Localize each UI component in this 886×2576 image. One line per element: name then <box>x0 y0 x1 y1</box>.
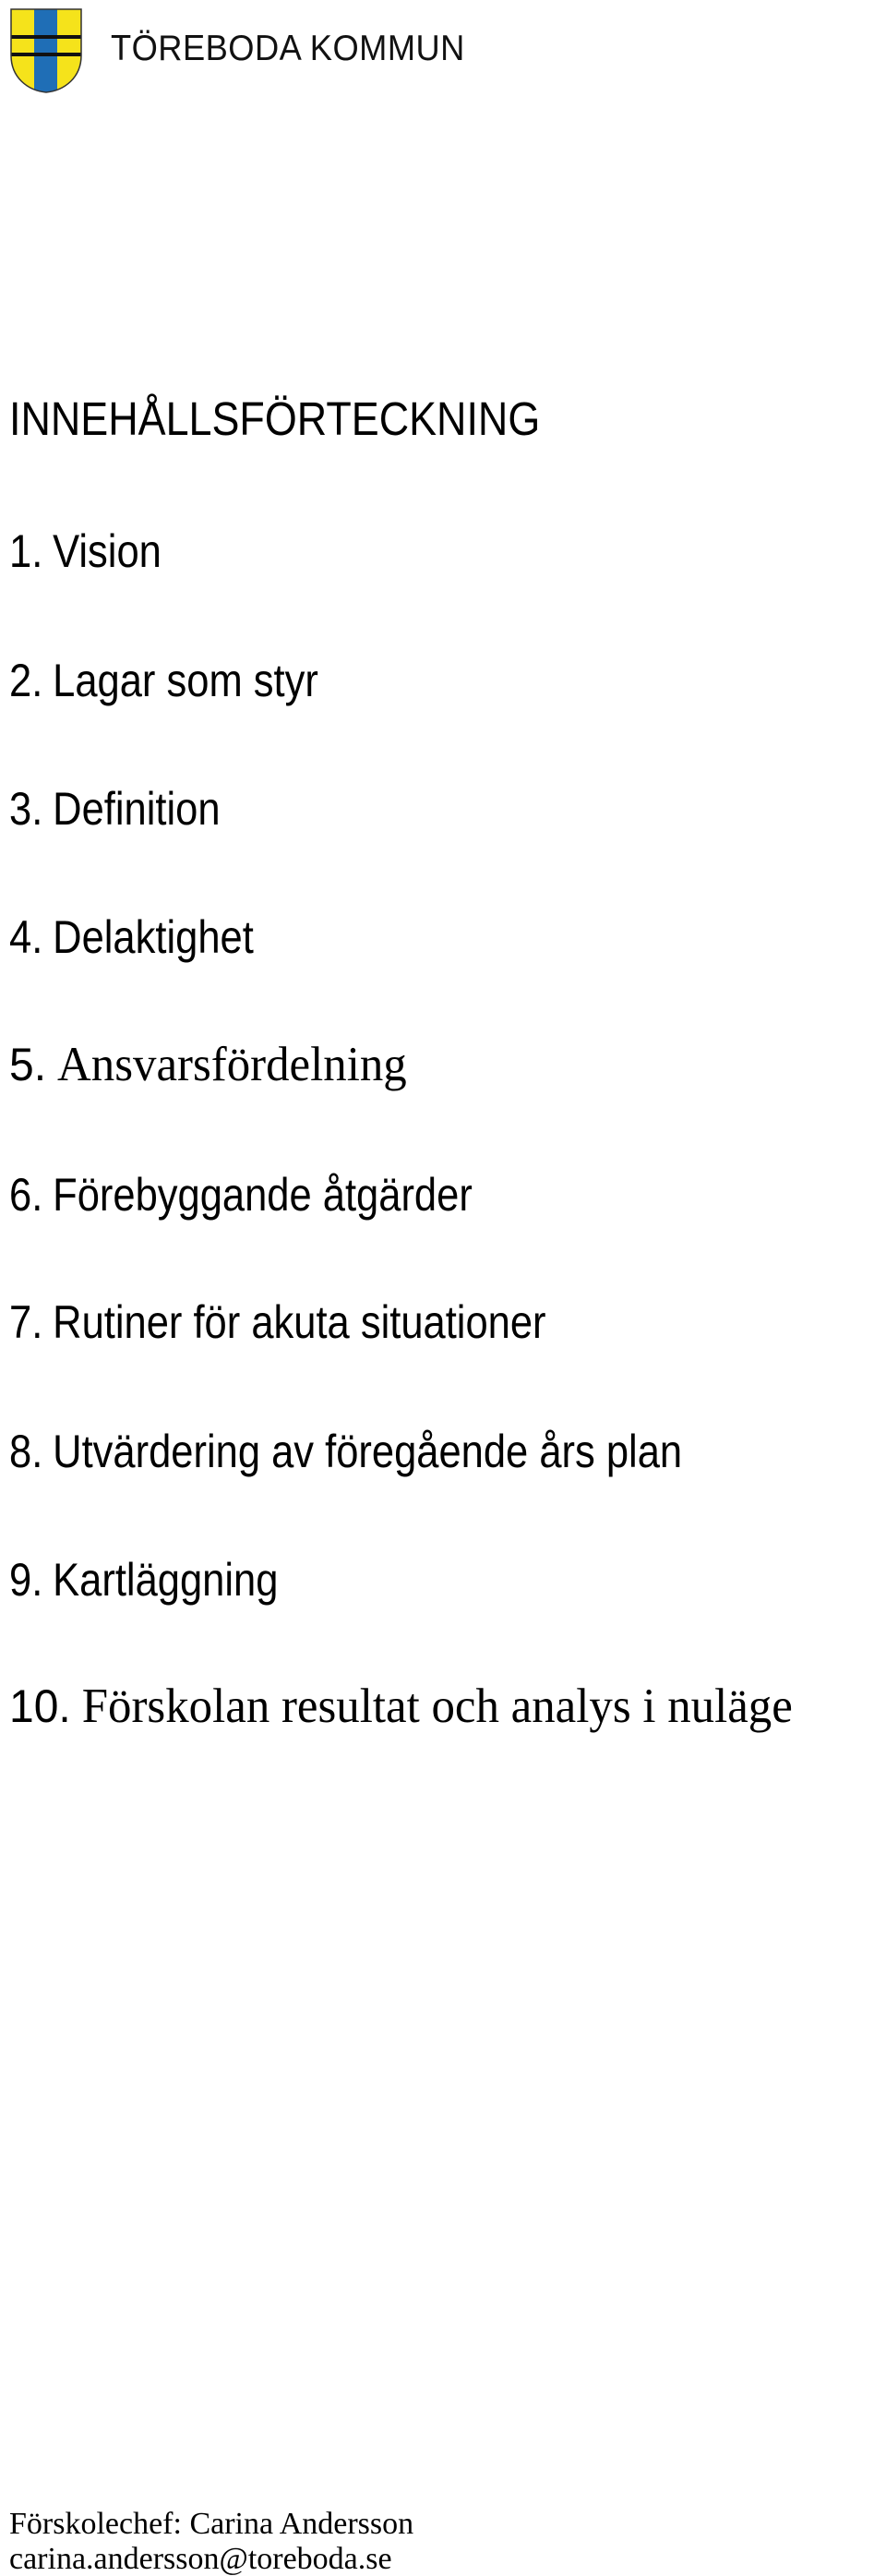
toc-heading: INNEHÅLLSFÖRTECKNING <box>9 392 541 445</box>
toc-item-number: 4. <box>9 911 43 963</box>
toc-item[interactable]: 5. Ansvarsfördelning <box>9 1041 407 1089</box>
shield-blue-band <box>34 9 57 92</box>
toc-item-title: Delaktighet <box>53 911 254 963</box>
municipality-logo: TÖREBODA KOMMUN <box>0 0 517 102</box>
toc-item-title: Förskolan resultat och analys i nuläge <box>81 1679 793 1733</box>
shield-stripe-upper <box>11 35 81 39</box>
toc-item[interactable]: 8. Utvärdering av föregående års plan <box>9 1428 682 1475</box>
shield-stripe-lower <box>11 53 81 56</box>
toc-item-title: Lagar som styr <box>53 655 318 706</box>
toc-item[interactable]: 6. Förebyggande åtgärder <box>9 1172 473 1218</box>
toc-item-number: 5. <box>9 1039 47 1090</box>
toc-item-number: 7. <box>9 1296 43 1348</box>
toc-item-title: Ansvarsfördelning <box>57 1038 407 1091</box>
toc-item-number: 3. <box>9 783 43 835</box>
toc-item-title: Vision <box>53 525 162 577</box>
toc-item-number: 2. <box>9 655 43 706</box>
toc-item-title: Utvärdering av föregående års plan <box>53 1426 683 1477</box>
document-page: TÖREBODA KOMMUN INNEHÅLLSFÖRTECKNING 1. … <box>0 0 886 2575</box>
coat-of-arms-shield-icon <box>10 8 82 93</box>
toc-item-number: 9. <box>9 1554 43 1606</box>
footer-email[interactable]: carina.andersson@toreboda.se <box>9 2544 392 2575</box>
toc-item[interactable]: 10. Förskolan resultat och analys i nulä… <box>9 1682 793 1731</box>
footer-contact: Förskolechef: Carina Andersson <box>9 2507 414 2541</box>
logo-text: TÖREBODA KOMMUN <box>111 29 465 68</box>
toc-item-number: 6. <box>9 1169 43 1221</box>
toc-item-title: Rutiner för akuta situationer <box>53 1296 546 1348</box>
toc-item-title: Förebyggande åtgärder <box>53 1169 473 1221</box>
toc-item[interactable]: 2. Lagar som styr <box>9 657 318 704</box>
toc-item-number: 10. <box>9 1680 71 1732</box>
toc-item[interactable]: 4. Delaktighet <box>9 914 254 960</box>
toc-item[interactable]: 9. Kartläggning <box>9 1557 278 1603</box>
toc-item[interactable]: 3. Definition <box>9 786 221 832</box>
toc-item-title: Kartläggning <box>53 1554 279 1606</box>
toc-item-number: 1. <box>9 525 43 577</box>
toc-item[interactable]: 7. Rutiner för akuta situationer <box>9 1299 546 1345</box>
toc-item[interactable]: 1. Vision <box>9 528 162 574</box>
toc-item-number: 8. <box>9 1426 43 1477</box>
toc-item-title: Definition <box>53 783 221 835</box>
